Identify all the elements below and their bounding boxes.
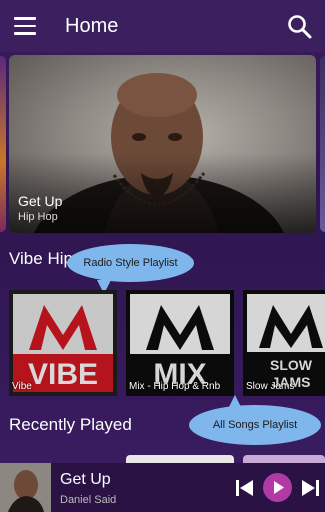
carousel-next-card[interactable] — [320, 56, 325, 232]
player-track-title: Get Up — [60, 471, 111, 488]
page-title: Home — [65, 15, 119, 37]
section-title-recent: Recently Played — [9, 415, 132, 434]
featured-track-title: Get Up — [18, 193, 63, 209]
album-caption: Mix - Hip Hop & Rnb — [129, 381, 221, 392]
play-button[interactable] — [263, 473, 292, 502]
search-icon[interactable] — [287, 14, 313, 40]
radio-style-tooltip: Radio Style Playlist — [67, 244, 194, 294]
skip-next-icon[interactable] — [301, 480, 319, 496]
player-album-art — [0, 463, 51, 512]
svg-text:VIBE: VIBE — [28, 358, 98, 391]
mini-player[interactable]: Get Up Daniel Said — [0, 463, 325, 512]
menu-icon[interactable] — [14, 17, 36, 35]
carousel-prev-card[interactable] — [0, 56, 6, 232]
svg-text:SLOW: SLOW — [270, 357, 313, 373]
player-artist-name: Daniel Said — [60, 494, 117, 506]
featured-track-card[interactable]: Get Up Hip Hop — [9, 55, 316, 233]
all-songs-tooltip: All Songs Playlist — [189, 395, 321, 445]
skip-previous-icon[interactable] — [236, 480, 254, 496]
top-app-bar: Home — [0, 0, 325, 52]
album-caption: Slow Jams — [246, 381, 295, 392]
section-title-vibe: Vibe Hip — [9, 249, 73, 268]
album-caption: Vibe — [12, 381, 32, 392]
album-slow-jams[interactable]: SLOW JAMS Slow Jams — [243, 290, 325, 396]
featured-track-genre: Hip Hop — [18, 211, 58, 223]
album-vibe[interactable]: VIBE Vibe — [9, 290, 117, 396]
album-mix[interactable]: MIX Mix - Hip Hop & Rnb — [126, 290, 234, 396]
play-icon — [274, 481, 284, 494]
